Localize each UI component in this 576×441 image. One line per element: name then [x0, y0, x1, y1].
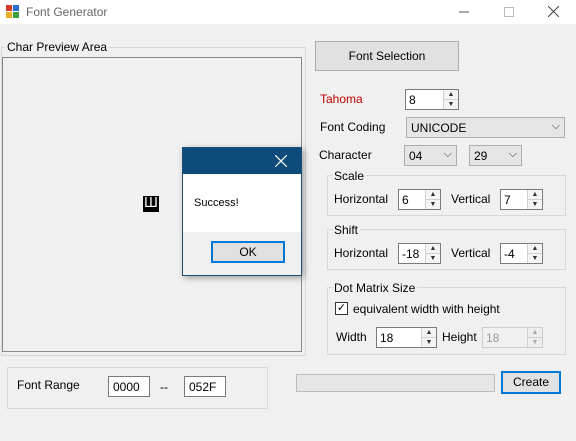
scale-group-label: Scale: [332, 169, 367, 183]
dialog-ok-label: OK: [239, 245, 257, 259]
scale-horizontal-stepper[interactable]: 6 ▲ ▼: [398, 189, 441, 210]
minimize-button[interactable]: [441, 0, 487, 24]
spin-up-icon[interactable]: ▲: [444, 90, 458, 100]
spin-up-icon[interactable]: ▲: [528, 244, 542, 254]
create-button[interactable]: Create: [501, 371, 561, 394]
height-label: Height: [442, 330, 477, 344]
character-low-select[interactable]: 29 ⌵: [469, 145, 522, 166]
create-label: Create: [512, 375, 550, 389]
scale-vertical-label: Vertical: [451, 192, 491, 206]
shift-vertical-stepper[interactable]: -4 ▲ ▼: [500, 243, 543, 264]
range-to-input[interactable]: 052F: [184, 376, 226, 397]
spin-down-icon[interactable]: ▼: [426, 200, 440, 209]
range-from-input[interactable]: 0000: [108, 376, 150, 397]
shift-vertical-value: -4: [504, 247, 515, 261]
font-coding-label: Font Coding: [320, 120, 386, 134]
scale-horizontal-spin[interactable]: ▲ ▼: [425, 190, 440, 209]
scale-horizontal-value: 6: [402, 193, 409, 207]
spin-down-icon[interactable]: ▼: [528, 254, 542, 263]
shift-horizontal-spin[interactable]: ▲ ▼: [425, 244, 440, 263]
close-icon: [547, 5, 559, 18]
spin-down-icon: ▼: [531, 339, 539, 346]
close-button[interactable]: [530, 0, 576, 24]
font-coding-select[interactable]: UNICODE ⌵: [406, 117, 565, 138]
font-name-label: Tahoma: [320, 92, 363, 106]
dialog-message: Success!: [194, 197, 239, 209]
scale-vertical-value: 7: [504, 193, 511, 207]
spin-down-icon[interactable]: ▼: [444, 100, 458, 109]
equivalent-size-checkbox[interactable]: ✓: [335, 302, 348, 315]
font-size-spin[interactable]: ▲ ▼: [443, 90, 458, 109]
height-stepper: 18 ▲ ▼: [482, 327, 543, 348]
dialog-ok-button[interactable]: OK: [211, 241, 285, 263]
spin-down-icon[interactable]: ▼: [422, 338, 436, 347]
spin-up-icon[interactable]: ▲: [426, 190, 440, 200]
scale-vertical-stepper[interactable]: 7 ▲ ▼: [500, 189, 543, 210]
font-size-value: 8: [409, 93, 416, 107]
shift-horizontal-label: Horizontal: [334, 246, 389, 260]
spin-down-icon[interactable]: ▼: [528, 200, 542, 209]
font-selection-label: Font Selection: [348, 49, 426, 63]
checkmark-icon: ✓: [336, 302, 347, 314]
scale-horizontal-label: Horizontal: [334, 192, 389, 206]
equivalent-size-label[interactable]: equivalent width with height: [353, 302, 500, 316]
font-coding-value: UNICODE: [411, 121, 467, 135]
character-label: Character: [319, 148, 372, 162]
range-to-value: 052F: [189, 380, 217, 394]
dot-matrix-group-label: Dot Matrix Size: [332, 281, 418, 295]
shift-vertical-spin[interactable]: ▲ ▼: [527, 244, 542, 263]
window-title: Font Generator: [26, 5, 108, 19]
height-spin: ▲ ▼: [527, 328, 542, 347]
chevron-down-icon: ⌵: [551, 120, 560, 132]
scale-vertical-spin[interactable]: ▲ ▼: [527, 190, 542, 209]
dialog-body: Success!: [183, 174, 301, 232]
spin-up-icon[interactable]: ▲: [528, 190, 542, 200]
spin-up-icon[interactable]: ▲: [426, 244, 440, 254]
spin-up-icon[interactable]: ▲: [422, 328, 436, 338]
shift-group-label: Shift: [332, 223, 361, 237]
close-icon: [274, 154, 288, 168]
dialog-title-bar: [183, 148, 301, 174]
app-icon: [6, 5, 20, 19]
width-value: 18: [380, 331, 394, 345]
chevron-down-icon: ⌵: [508, 148, 517, 160]
title-bar: Font Generator: [0, 0, 576, 24]
font-selection-button[interactable]: Font Selection: [315, 41, 459, 71]
chevron-down-icon: ⌵: [443, 148, 452, 160]
success-dialog: Success! OK: [182, 147, 302, 276]
progress-bar: [296, 374, 495, 392]
width-stepper[interactable]: 18 ▲ ▼: [376, 327, 437, 348]
preview-group-label: Char Preview Area: [5, 40, 110, 54]
spin-down-icon[interactable]: ▼: [426, 254, 440, 263]
character-low-value: 29: [474, 149, 488, 163]
character-high-select[interactable]: 04 ⌵: [404, 145, 457, 166]
spin-up-icon: ▲: [528, 328, 542, 338]
preview-glyph: Ш: [143, 196, 159, 212]
maximize-icon: [504, 7, 514, 17]
character-high-value: 04: [409, 149, 423, 163]
range-separator: --: [160, 380, 168, 394]
font-size-stepper[interactable]: 8 ▲ ▼: [405, 89, 459, 110]
range-from-value: 0000: [113, 380, 140, 394]
width-spin[interactable]: ▲ ▼: [421, 328, 436, 347]
font-range-label: Font Range: [17, 378, 80, 392]
shift-horizontal-stepper[interactable]: -18 ▲ ▼: [398, 243, 441, 264]
minimize-icon: [459, 11, 469, 13]
shift-horizontal-value: -18: [402, 247, 420, 261]
height-value: 18: [486, 331, 500, 345]
dialog-close-button[interactable]: [273, 153, 289, 169]
width-label: Width: [336, 330, 367, 344]
maximize-button[interactable]: [486, 0, 532, 24]
shift-vertical-label: Vertical: [451, 246, 491, 260]
